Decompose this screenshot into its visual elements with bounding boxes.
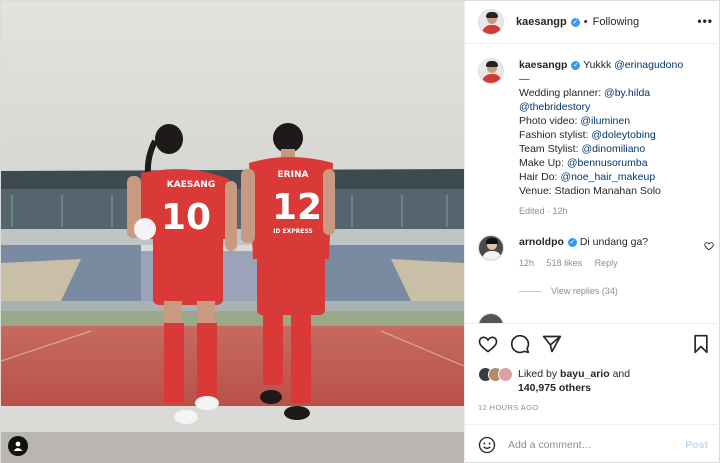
credit-mention[interactable]: @by.hilda <box>604 87 650 99</box>
caption-mention[interactable]: @erinagudono <box>614 59 683 71</box>
emoji-icon[interactable] <box>478 436 496 454</box>
credit-label: Photo video: <box>519 115 578 127</box>
liked-by-user[interactable]: bayu_ario <box>560 368 610 380</box>
post-comment-button[interactable]: Post <box>685 439 708 451</box>
next-comment-peek <box>478 313 714 323</box>
post-photo[interactable]: KAESANG 10 ERINA 12 ID EXPRESS <box>1 1 464 463</box>
credit-mention[interactable]: @iluminen <box>580 115 630 127</box>
view-replies-label: View replies (34) <box>551 286 618 296</box>
tagged-users-button[interactable] <box>8 436 28 456</box>
credit-label: Wedding planner: <box>519 87 602 99</box>
share-send-icon[interactable] <box>542 334 562 354</box>
likes-summary: Liked by bayu_ario and 140,975 others <box>478 367 630 395</box>
author-username[interactable]: kaesangp <box>516 16 567 28</box>
post-actions-section: Liked by bayu_ario and 140,975 others 12… <box>465 323 720 463</box>
verified-badge-icon: ✓ <box>570 17 580 27</box>
add-comment-bar: Post <box>465 424 720 463</box>
credit-mention[interactable]: @dinomiliano <box>581 143 645 155</box>
credit-mention[interactable]: @noe_hair_makeup <box>560 171 655 183</box>
jersey-sponsor-text: ID EXPRESS <box>273 228 313 235</box>
comment-item: arnoldpo ✓ Di undang ga? 12h 518 likes Re… <box>478 235 714 270</box>
like-heart-icon[interactable] <box>478 334 498 354</box>
caption-avatar[interactable] <box>478 58 504 84</box>
liked-by-and: and <box>612 368 631 380</box>
add-comment-input[interactable] <box>508 439 686 451</box>
comment-text: Di undang ga? <box>579 236 649 248</box>
credit-label: Hair Do: <box>519 171 558 183</box>
credit-label: Team Stylist: <box>519 143 579 155</box>
instagram-post: KAESANG 10 ERINA 12 ID EXPRESS kaesangp … <box>0 0 720 463</box>
jersey-right-name: ERINA <box>278 170 309 180</box>
comment-time[interactable]: 12h <box>519 258 534 268</box>
caption-text: Yukkk <box>583 59 612 71</box>
save-bookmark-icon[interactable] <box>692 334 710 354</box>
credit-label: Fashion stylist: <box>519 129 589 141</box>
comment-like-heart-icon[interactable] <box>704 241 714 251</box>
caption-separator: — <box>519 73 530 85</box>
caption-username[interactable]: kaesangp <box>519 59 567 71</box>
comment-likes[interactable]: 518 likes <box>547 258 583 268</box>
separator-dot: • <box>583 16 588 28</box>
liked-by-prefix: Liked by <box>518 368 558 380</box>
author-avatar[interactable] <box>478 9 504 35</box>
following-button[interactable]: Following <box>593 16 639 28</box>
replies-divider <box>519 290 541 292</box>
credit-mention[interactable]: @doleytobing <box>591 129 655 141</box>
commenter-username[interactable]: arnoldpo <box>519 236 564 248</box>
credit-mention[interactable]: @thebridestory <box>519 101 590 113</box>
post-side-panel: kaesangp ✓ • Following ••• kaesangp ✓ Yuk… <box>464 1 720 463</box>
liker-avatars[interactable] <box>478 367 514 383</box>
post-header: kaesangp ✓ • Following ••• <box>465 1 720 44</box>
action-icons-bar <box>478 334 710 356</box>
likes-count[interactable]: 140,975 others <box>518 382 591 394</box>
stadium-photo-illustration: KAESANG 10 ERINA 12 ID EXPRESS <box>1 1 464 463</box>
jersey-left-name: KAESANG <box>167 180 215 190</box>
next-commenter-avatar[interactable] <box>478 313 504 323</box>
more-options-icon[interactable]: ••• <box>697 14 713 28</box>
view-replies-button[interactable]: View replies (34) <box>519 286 618 296</box>
credit-mention[interactable]: @bennusorumba <box>567 157 648 169</box>
reply-button[interactable]: Reply <box>595 258 618 268</box>
verified-badge-icon: ✓ <box>567 237 577 247</box>
post-timestamp[interactable]: 12 HOURS AGO <box>478 403 539 412</box>
commenter-avatar[interactable] <box>478 235 504 261</box>
comments-area[interactable]: kaesangp ✓ Yukkk @erinagudono — Wedding p… <box>465 45 720 323</box>
credit-label: Venue: Stadion Manahan Solo <box>519 185 661 197</box>
caption-meta: Edited · 12h <box>519 206 568 216</box>
caption: kaesangp ✓ Yukkk @erinagudono — Wedding p… <box>478 58 714 218</box>
verified-badge-icon: ✓ <box>571 60 581 70</box>
jersey-right-number: 12 <box>272 187 322 228</box>
credit-label: Make Up: <box>519 157 564 169</box>
person-icon <box>13 441 23 451</box>
jersey-left-number: 10 <box>161 197 211 238</box>
comment-bubble-icon[interactable] <box>510 334 530 354</box>
